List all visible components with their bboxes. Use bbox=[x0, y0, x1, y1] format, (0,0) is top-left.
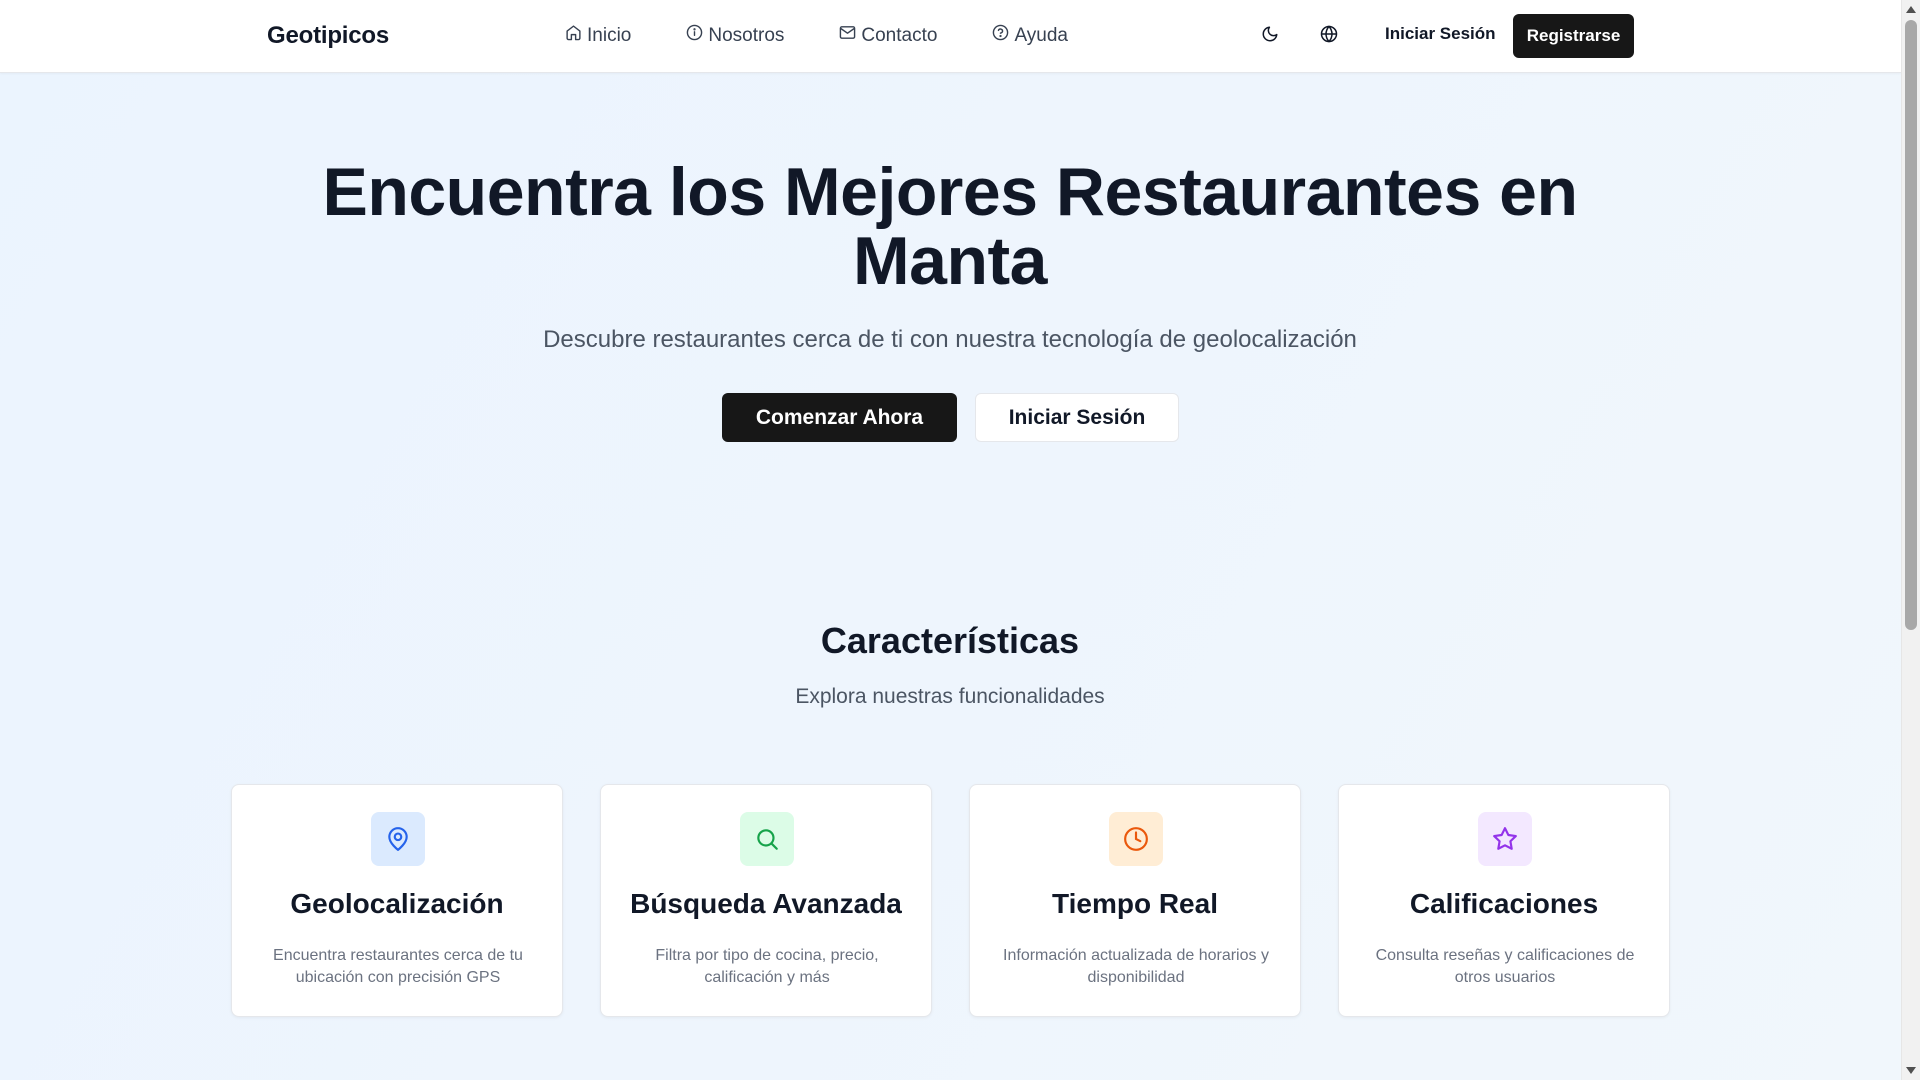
start-now-button[interactable]: Comenzar Ahora bbox=[722, 393, 957, 442]
register-button[interactable]: Registrarse bbox=[1513, 14, 1634, 58]
feature-card-ratings: Calificaciones Consulta reseñas y califi… bbox=[1338, 784, 1670, 1017]
nav-link-label: Nosotros bbox=[708, 24, 785, 46]
feature-title: Geolocalización bbox=[290, 888, 504, 919]
globe-icon bbox=[1320, 24, 1338, 48]
scroll-up-arrow[interactable] bbox=[1906, 6, 1916, 13]
feature-card-advanced-search: Búsqueda Avanzada Filtra por tipo de coc… bbox=[600, 784, 932, 1017]
nav-link-ayuda[interactable]: Ayuda bbox=[992, 24, 1068, 47]
feature-card-geolocation: Geolocalización Encuentra restaurantes c… bbox=[231, 784, 563, 1017]
top-navbar: Geotipicos Inicio Nosotros Contacto Ayud… bbox=[0, 0, 1901, 73]
home-icon bbox=[565, 24, 582, 47]
feature-title: Búsqueda Avanzada bbox=[630, 888, 902, 919]
theme-toggle-button[interactable] bbox=[1258, 24, 1282, 48]
nav-link-inicio[interactable]: Inicio bbox=[565, 24, 631, 47]
vertical-scrollbar[interactable] bbox=[1901, 0, 1920, 1080]
clock-icon bbox=[1109, 812, 1163, 866]
search-icon bbox=[740, 812, 794, 866]
nav-link-nosotros[interactable]: Nosotros bbox=[686, 24, 784, 47]
help-circle-icon bbox=[992, 24, 1009, 47]
features-title: Características bbox=[820, 620, 1080, 661]
feature-description: Filtra por tipo de cocina, precio, calif… bbox=[655, 947, 879, 986]
main-nav: Inicio Nosotros Contacto Ayuda bbox=[565, 24, 1068, 47]
scroll-thumb[interactable] bbox=[1905, 20, 1917, 630]
nav-link-label: Contacto bbox=[861, 24, 938, 46]
feature-card-real-time: Tiempo Real Información actualizada de h… bbox=[969, 784, 1301, 1017]
feature-title: Tiempo Real bbox=[1052, 888, 1218, 919]
nav-link-contacto[interactable]: Contacto bbox=[839, 24, 937, 47]
scroll-down-arrow[interactable] bbox=[1906, 1067, 1916, 1074]
feature-description: Información actualizada de horarios y di… bbox=[1003, 947, 1269, 986]
feature-description: Consulta reseñas y calificaciones de otr… bbox=[1375, 947, 1635, 986]
language-button[interactable] bbox=[1317, 24, 1341, 48]
feature-title: Calificaciones bbox=[1409, 888, 1599, 919]
nav-link-label: Inicio bbox=[587, 24, 632, 46]
hero-login-button[interactable]: Iniciar Sesión bbox=[975, 393, 1179, 442]
hero-title: Encuentra los Mejores Restaurantes en Ma… bbox=[322, 154, 1578, 299]
nav-link-label: Ayuda bbox=[1014, 24, 1068, 46]
login-link[interactable]: Iniciar Sesión bbox=[1385, 24, 1496, 44]
mail-icon bbox=[839, 24, 856, 47]
brand-logo[interactable]: Geotipicos bbox=[267, 22, 389, 50]
hero-subtitle: Descubre restaurantes cerca de ti con nu… bbox=[543, 326, 1357, 353]
star-icon bbox=[1478, 812, 1532, 866]
moon-icon bbox=[1261, 25, 1279, 48]
feature-description: Encuentra restaurantes cerca de tu ubica… bbox=[273, 947, 523, 986]
features-subtitle: Explora nuestras funcionalidades bbox=[795, 685, 1105, 708]
info-icon bbox=[686, 24, 703, 47]
map-pin-icon bbox=[371, 812, 425, 866]
